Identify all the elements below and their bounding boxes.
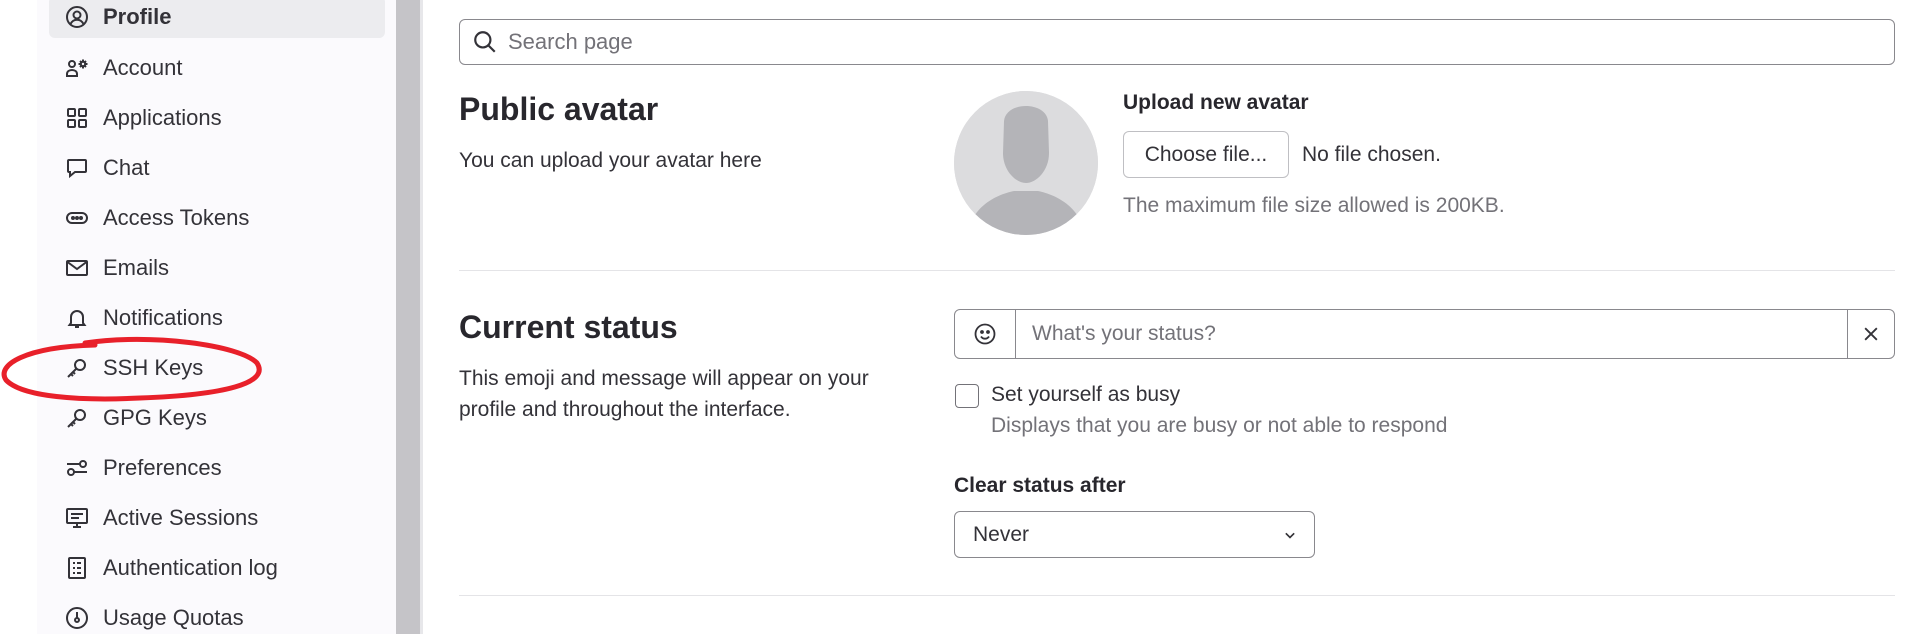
sidebar-item-authentication-log[interactable]: Authentication log xyxy=(49,547,385,589)
monitor-icon xyxy=(65,506,89,530)
sidebar-item-label: Authentication log xyxy=(103,555,278,580)
sidebar-item-label: GPG Keys xyxy=(103,405,207,430)
applications-icon xyxy=(65,106,89,130)
avatar-section-description: You can upload your avatar here xyxy=(459,149,762,172)
upload-avatar-label: Upload new avatar xyxy=(1123,91,1309,114)
sidebar-item-ssh-keys[interactable]: SSH Keys xyxy=(49,347,385,389)
key-icon xyxy=(65,356,89,380)
status-section-description: This emoji and message will appear on yo… xyxy=(459,367,869,421)
status-input-group xyxy=(954,309,1895,359)
sidebar-item-preferences[interactable]: Preferences xyxy=(49,447,385,489)
profile-icon xyxy=(65,5,89,29)
sidebar-item-label: Notifications xyxy=(103,305,223,330)
sidebar-item-account[interactable]: Account xyxy=(49,47,385,89)
log-icon xyxy=(65,556,89,580)
gauge-icon xyxy=(65,606,89,630)
search-icon xyxy=(472,29,498,55)
sidebar-item-label: Preferences xyxy=(103,455,222,480)
sidebar-item-access-tokens[interactable]: Access Tokens xyxy=(49,197,385,239)
close-icon xyxy=(1864,327,1878,341)
chat-icon xyxy=(65,156,89,180)
choose-file-button[interactable]: Choose file... xyxy=(1123,131,1289,178)
clear-status-button[interactable] xyxy=(1847,310,1894,358)
mail-icon xyxy=(65,256,89,280)
divider xyxy=(420,0,423,634)
no-file-text: No file chosen. xyxy=(1302,143,1441,166)
busy-checkbox-label[interactable]: Set yourself as busy xyxy=(991,383,1180,407)
section-divider xyxy=(459,270,1895,271)
sidebar-item-label: Chat xyxy=(103,155,150,180)
sidebar-item-usage-quotas[interactable]: Usage Quotas xyxy=(49,597,385,639)
sidebar-item-label: Usage Quotas xyxy=(103,605,244,630)
status-section-title: Current status xyxy=(459,309,678,345)
status-input[interactable] xyxy=(1016,310,1847,358)
account-icon xyxy=(65,56,89,80)
sidebar-item-active-sessions[interactable]: Active Sessions xyxy=(49,497,385,539)
preferences-icon xyxy=(65,456,89,480)
clear-status-select[interactable]: Never xyxy=(954,511,1315,558)
sidebar-item-chat[interactable]: Chat xyxy=(49,147,385,189)
avatar-help-text: The maximum file size allowed is 200KB. xyxy=(1123,194,1505,217)
section-divider xyxy=(459,595,1895,596)
emoji-button[interactable] xyxy=(955,310,1016,358)
sidebar-item-profile[interactable]: Profile xyxy=(49,0,385,38)
avatar xyxy=(954,91,1098,235)
search-input[interactable] xyxy=(506,28,1894,56)
sidebar-item-emails[interactable]: Emails xyxy=(49,247,385,289)
avatar-section-title: Public avatar xyxy=(459,91,659,127)
sidebar-item-label: Profile xyxy=(103,4,172,29)
clear-status-value: Never xyxy=(973,522,1030,546)
sidebar: Profile Account Applications Chat Access… xyxy=(37,0,396,634)
busy-help-text: Displays that you are busy or not able t… xyxy=(991,414,1448,437)
sidebar-item-label: Access Tokens xyxy=(103,205,250,230)
sidebar-item-label: SSH Keys xyxy=(103,355,204,380)
chevron-down-icon xyxy=(1280,525,1300,545)
busy-checkbox[interactable] xyxy=(955,384,979,408)
clear-status-label: Clear status after xyxy=(954,474,1126,497)
sidebar-scrollbar[interactable] xyxy=(396,0,420,634)
sidebar-item-notifications[interactable]: Notifications xyxy=(49,297,385,339)
bell-icon xyxy=(65,306,89,330)
sidebar-item-label: Account xyxy=(103,55,183,80)
sidebar-item-applications[interactable]: Applications xyxy=(49,97,385,139)
sidebar-item-label: Emails xyxy=(103,255,170,280)
smiley-icon xyxy=(974,323,996,345)
sidebar-item-gpg-keys[interactable]: GPG Keys xyxy=(49,397,385,439)
token-icon xyxy=(65,206,89,230)
sidebar-item-label: Active Sessions xyxy=(103,505,259,530)
sidebar-item-label: Applications xyxy=(103,105,222,130)
search-field[interactable] xyxy=(459,19,1895,65)
key-icon xyxy=(65,406,89,430)
